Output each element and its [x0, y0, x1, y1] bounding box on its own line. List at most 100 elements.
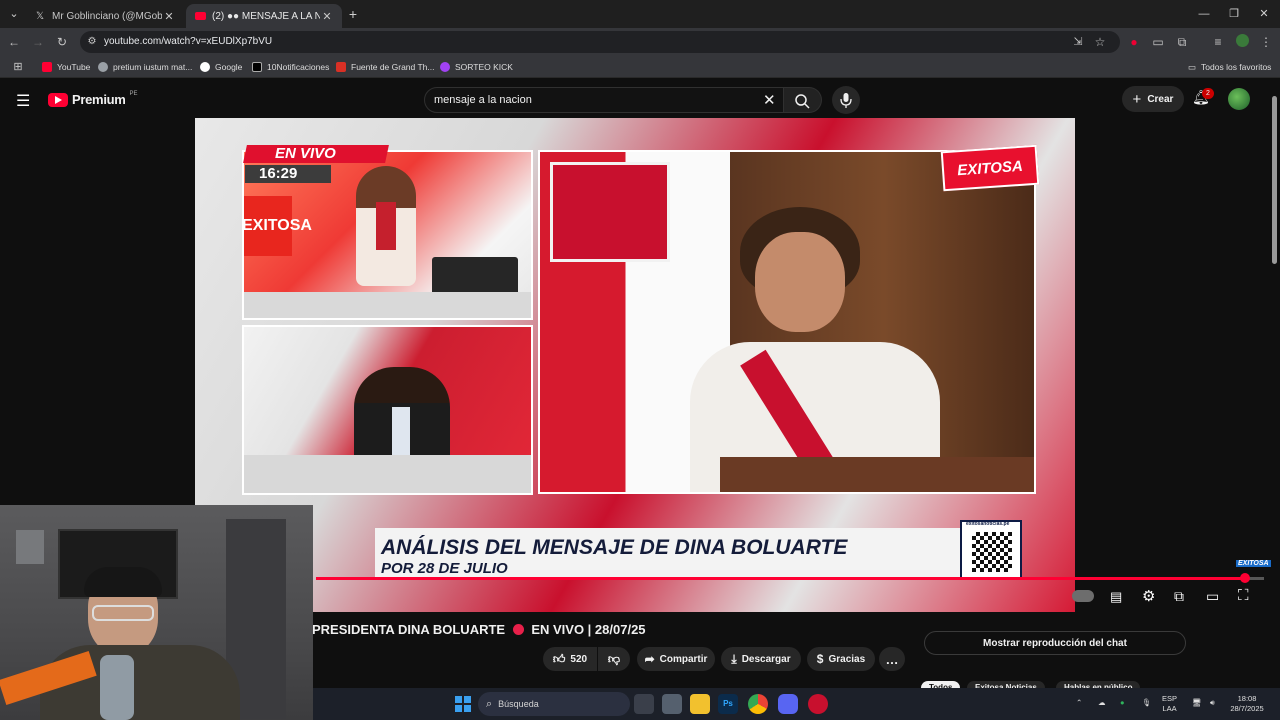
mic-tray-icon[interactable]: 🎙︎ — [1142, 698, 1152, 708]
streamer-glasses — [92, 605, 154, 621]
reload-icon[interactable]: ↻ — [54, 34, 70, 50]
studio-logo: EXITOSA — [244, 196, 312, 256]
menu-dots-icon[interactable]: ⋮ — [1258, 34, 1274, 50]
bookmark-sorteo-kick[interactable]: SORTEO KICK — [440, 60, 513, 74]
extension-icon[interactable]: ▭ — [1150, 34, 1166, 50]
show-chat-replay-button[interactable]: Mostrar reproducción del chat — [924, 631, 1186, 655]
dislike-button[interactable]: 👎︎ — [598, 647, 630, 671]
region-code: PE — [129, 90, 138, 97]
apps-grid-icon[interactable]: ⊞ — [10, 59, 26, 75]
profile-avatar-icon[interactable] — [1234, 34, 1250, 50]
tab-youtube-active[interactable]: (2) ●● MENSAJE A LA NACIÓN ✕ — [186, 4, 342, 28]
reading-list-icon[interactable]: ≡ — [1210, 34, 1226, 50]
search-input[interactable]: mensaje a la nacion ✕ — [424, 87, 784, 113]
tab-title: (2) ●● MENSAJE A LA NACIÓN — [212, 10, 320, 22]
account-avatar[interactable] — [1228, 88, 1250, 110]
plus-icon: + — [1132, 90, 1142, 108]
theater-mode-icon[interactable]: ▭ — [1206, 588, 1219, 605]
language-indicator[interactable]: ESP LAA — [1162, 694, 1177, 714]
bookmark-youtube[interactable]: YouTube — [42, 60, 90, 74]
extensions-puzzle-icon[interactable]: ⧉ — [1174, 34, 1190, 50]
file-explorer-icon[interactable] — [690, 694, 710, 714]
close-window-icon[interactable]: ✕ — [1256, 6, 1272, 22]
progress-scrubber[interactable] — [1240, 573, 1251, 583]
bookmark-label: pretium iustum mat... — [113, 62, 193, 72]
tab-goblinciano[interactable]: 𝕏 Mr Goblinciano (@MGoblinciano) ✕ — [26, 4, 184, 28]
clear-search-icon[interactable]: ✕ — [763, 91, 776, 109]
page-scrollbar[interactable] — [1272, 96, 1277, 264]
tray-overflow-icon[interactable]: ⌃ — [1076, 698, 1082, 708]
lower-third-headline: ANÁLISIS DEL MENSAJE DE DINA BOLUARTE — [381, 536, 848, 559]
like-button[interactable]: 👍︎ 520 — [543, 647, 597, 671]
minimize-icon[interactable]: — — [1196, 6, 1212, 22]
create-label: Crear — [1147, 93, 1174, 105]
channel-bug: EXITOSA — [940, 144, 1040, 192]
logo-text: Premium — [72, 92, 126, 107]
thanks-button[interactable]: $ Gracias — [807, 647, 875, 671]
autoplay-toggle[interactable] — [1072, 590, 1094, 602]
globe-icon — [440, 62, 450, 72]
bookmark-fuente[interactable]: Fuente de Grand Th... — [336, 60, 434, 74]
all-bookmarks[interactable]: ▭ Todos los favoritos — [1188, 60, 1271, 74]
system-clock[interactable]: 18:08 28/7/2025 — [1226, 694, 1268, 714]
forward-icon[interactable]: → — [30, 34, 46, 50]
share-button[interactable]: ➦ Compartir — [637, 647, 715, 671]
bookmark-star-icon[interactable]: ☆ — [1092, 34, 1108, 50]
folder-icon: ▭ — [1188, 61, 1197, 72]
app-icon[interactable] — [808, 694, 828, 714]
windows-start-icon[interactable] — [455, 696, 471, 712]
tab-search-icon[interactable]: ⌄ — [6, 6, 22, 22]
tray-app-icon[interactable]: ● — [1120, 698, 1125, 708]
fullscreen-icon[interactable]: ⛶ — [1238, 587, 1249, 604]
bookmark-label: YouTube — [57, 62, 91, 72]
back-icon[interactable]: ← — [6, 34, 22, 50]
discord-icon[interactable] — [778, 694, 798, 714]
close-tab-icon[interactable]: ✕ — [320, 10, 334, 23]
thumbs-up-icon: 👍︎ — [552, 651, 566, 666]
studio-guest-panel — [242, 325, 533, 495]
close-tab-icon[interactable]: ✕ — [162, 10, 176, 23]
miniplayer-icon[interactable]: ⧉ — [1174, 588, 1184, 605]
live-badge: EN VIVO — [275, 145, 336, 162]
hamburger-menu-icon[interactable]: ☰ — [16, 91, 30, 111]
bookmark-label: SORTEO KICK — [455, 62, 513, 72]
youtube-premium-logo[interactable]: Premium PE — [48, 90, 138, 107]
volume-icon[interactable]: 🔊︎ — [1210, 698, 1215, 708]
clock-date: 28/7/2025 — [1230, 704, 1264, 713]
settings-gear-icon[interactable]: ⚙ — [1142, 587, 1155, 605]
taskbar-search[interactable]: ⌕ Búsqueda — [478, 692, 630, 716]
photoshop-icon[interactable]: Ps — [718, 694, 738, 714]
studio-desk — [244, 455, 531, 493]
onedrive-icon[interactable]: ☁ — [1098, 698, 1106, 708]
widgets-icon[interactable] — [662, 694, 682, 714]
restore-icon[interactable]: ❐ — [1226, 6, 1242, 22]
network-icon[interactable]: 🖥︎ — [1192, 698, 1202, 708]
search-button[interactable] — [784, 87, 822, 113]
voice-search-button[interactable] — [832, 86, 860, 114]
thanks-icon: $ — [816, 652, 824, 666]
qr-code — [972, 532, 1012, 572]
bookmark-google[interactable]: Google — [200, 60, 242, 74]
create-button[interactable]: + Crear — [1122, 86, 1184, 112]
more-actions-button[interactable]: … — [879, 647, 905, 671]
bookmark-pretium[interactable]: pretium iustum mat... — [98, 60, 192, 74]
video-title-date: EN VIVO | 28/07/25 — [531, 622, 646, 637]
notification-badge: 2 — [1202, 88, 1214, 99]
subtitles-icon[interactable]: ▤ — [1110, 589, 1122, 605]
podium — [720, 457, 1034, 492]
chat-button-label: Mostrar reproducción del chat — [983, 637, 1127, 649]
install-app-icon[interactable]: ⇲ — [1070, 34, 1086, 50]
download-button[interactable]: ⤓ Descargar — [721, 647, 801, 671]
chrome-icon[interactable] — [748, 694, 768, 714]
youtube-icon — [42, 62, 52, 72]
search-query: mensaje a la nacion — [434, 94, 532, 106]
share-arrow-icon: ➦ — [644, 652, 655, 666]
new-tab-icon[interactable]: + — [345, 6, 361, 22]
bookmark-10notificaciones[interactable]: 10Notificaciones — [252, 60, 329, 74]
extension-red-icon[interactable]: ● — [1126, 34, 1142, 50]
x-logo-icon: 𝕏 — [35, 10, 45, 22]
search-icon: ⌕ — [486, 697, 493, 710]
url-text: youtube.com/watch?v=xEUDlXp7bVU — [104, 36, 273, 47]
site-info-icon[interactable]: ⚙ — [84, 34, 100, 50]
task-view-icon[interactable] — [634, 694, 654, 714]
